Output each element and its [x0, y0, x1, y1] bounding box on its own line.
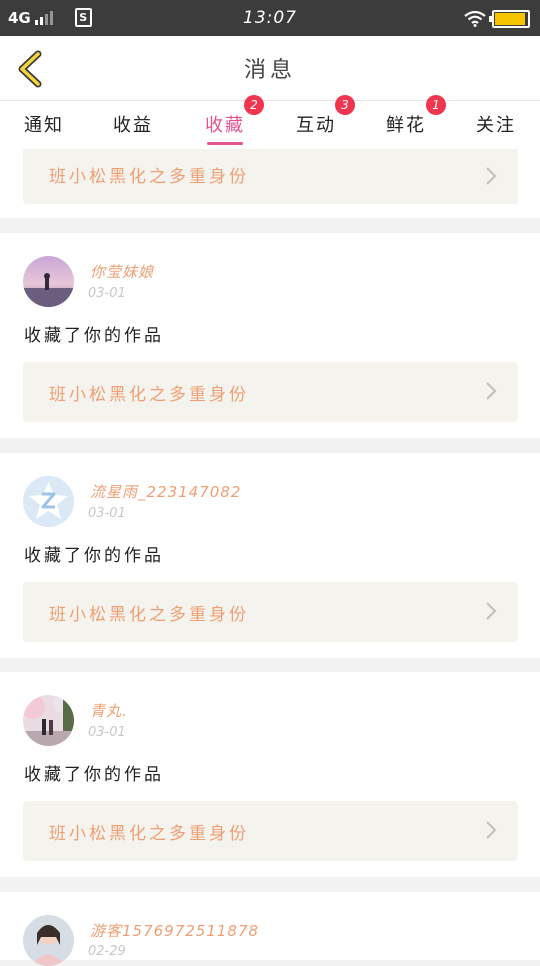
work-link[interactable]: 班小松黑化之多重身份 [23, 149, 518, 204]
list-item: 你莹妹娘 03-01 收藏了你的作品 班小松黑化之多重身份 [0, 233, 540, 438]
username[interactable]: 你莹妹娘 [90, 261, 154, 282]
header: 消息 [0, 36, 540, 101]
tab-active-indicator [207, 142, 243, 145]
list-item: 游客1576972511878 02-29 [0, 892, 540, 966]
timestamp: 03-01 [88, 506, 126, 521]
list-item: 青丸. 03-01 收藏了你的作品 班小松黑化之多重身份 [0, 672, 540, 877]
wifi-icon [464, 11, 486, 27]
work-title: 班小松黑化之多重身份 [49, 824, 249, 844]
page-title: 消息 [243, 58, 296, 83]
tab-label: 通知 [24, 115, 64, 136]
chevron-right-icon [486, 382, 497, 400]
username[interactable]: 游客1576972511878 [90, 920, 259, 941]
status-bar: 4G S 13:07 [0, 0, 540, 36]
tab-earnings[interactable]: 收益 [113, 111, 153, 137]
status-right [464, 10, 530, 28]
chevron-right-icon [486, 602, 497, 620]
action-text: 收藏了你的作品 [24, 765, 164, 785]
timestamp: 03-01 [88, 286, 126, 301]
action-text: 收藏了你的作品 [24, 546, 164, 566]
status-time: 13:07 [243, 8, 297, 28]
avatar[interactable] [23, 695, 74, 746]
work-title: 班小松黑化之多重身份 [49, 167, 249, 187]
tab-badge: 3 [335, 95, 355, 115]
action-text: 收藏了你的作品 [24, 326, 164, 346]
avatar[interactable] [23, 915, 74, 966]
tab-label: 收益 [113, 115, 153, 136]
timestamp: 03-01 [88, 725, 126, 740]
chevron-right-icon [486, 167, 497, 185]
tab-label: 鲜花 [386, 115, 426, 136]
tab-label: 关注 [476, 115, 516, 136]
tab-label: 收藏 [205, 115, 245, 136]
work-title: 班小松黑化之多重身份 [49, 385, 249, 405]
work-link[interactable]: 班小松黑化之多重身份 [23, 801, 518, 861]
tab-badge: 1 [426, 95, 446, 115]
tab-favorites[interactable]: 收藏 [205, 111, 245, 145]
tab-label: 互动 [296, 115, 336, 136]
chevron-right-icon [486, 821, 497, 839]
work-link[interactable]: 班小松黑化之多重身份 [23, 582, 518, 642]
list-item: 班小松黑化之多重身份 [0, 149, 540, 218]
list-item: 流星雨_223147082 03-01 收藏了你的作品 班小松黑化之多重身份 [0, 453, 540, 658]
tab-following[interactable]: 关注 [476, 111, 516, 137]
tab-interactions[interactable]: 互动 [296, 111, 336, 137]
work-link[interactable]: 班小松黑化之多重身份 [23, 362, 518, 422]
tab-flowers[interactable]: 鲜花 [386, 111, 426, 137]
tab-badge: 2 [244, 95, 264, 115]
tab-bar: 通知 收益 收藏 2 互动 3 鲜花 1 关注 [0, 95, 540, 149]
battery-icon [489, 10, 530, 28]
avatar[interactable] [23, 476, 74, 527]
username[interactable]: 青丸. [90, 700, 128, 721]
username[interactable]: 流星雨_223147082 [90, 481, 241, 502]
timestamp: 02-29 [88, 944, 126, 959]
work-title: 班小松黑化之多重身份 [49, 605, 249, 625]
tab-notifications[interactable]: 通知 [24, 111, 64, 137]
avatar[interactable] [23, 256, 74, 307]
